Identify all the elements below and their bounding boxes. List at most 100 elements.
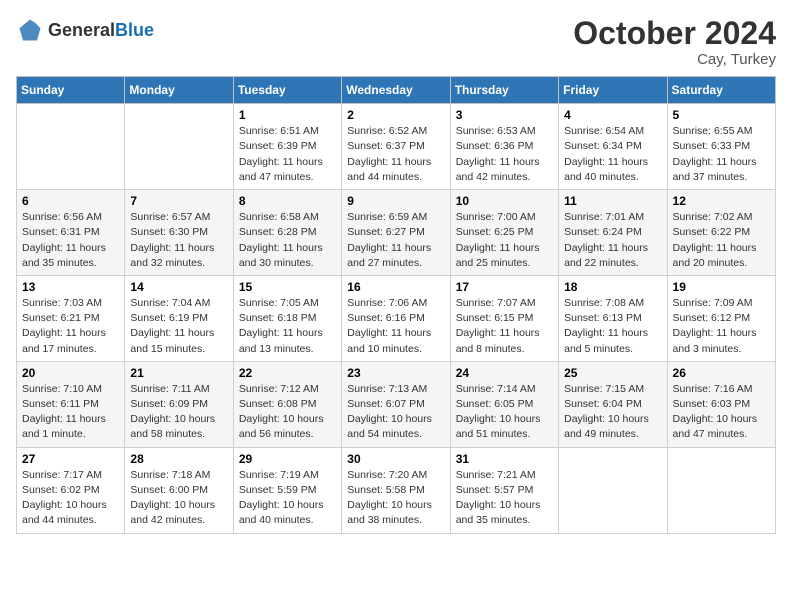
column-header-friday: Friday (559, 77, 667, 104)
cell-info: Sunrise: 7:06 AMSunset: 6:16 PMDaylight:… (347, 296, 444, 357)
calendar-cell: 27Sunrise: 7:17 AMSunset: 6:02 PMDayligh… (17, 447, 125, 533)
calendar-cell (125, 104, 233, 190)
day-number: 28 (130, 452, 227, 466)
day-number: 6 (22, 194, 119, 208)
location: Cay, Turkey (573, 51, 776, 68)
day-number: 20 (22, 366, 119, 380)
cell-info: Sunrise: 7:13 AMSunset: 6:07 PMDaylight:… (347, 382, 444, 443)
title-block: October 2024 Cay, Turkey (573, 16, 776, 68)
day-number: 27 (22, 452, 119, 466)
calendar-cell: 9 Sunrise: 6:59 AMSunset: 6:27 PMDaylight… (342, 190, 450, 276)
cell-info: Sunrise: 6:54 AMSunset: 6:34 PMDaylight:… (564, 124, 661, 185)
cell-info: Sunrise: 7:12 AMSunset: 6:08 PMDaylight:… (239, 382, 336, 443)
cell-info: Sunrise: 7:07 AMSunset: 6:15 PMDaylight:… (456, 296, 553, 357)
month-title: October 2024 (573, 16, 776, 51)
calendar-cell: 2 Sunrise: 6:52 AMSunset: 6:37 PMDaylight… (342, 104, 450, 190)
calendar-cell: 31 Sunrise: 7:21 AMSunset: 5:57 PMDayligh… (450, 447, 558, 533)
day-number: 16 (347, 280, 444, 294)
column-header-saturday: Saturday (667, 77, 775, 104)
calendar-cell: 25Sunrise: 7:15 AMSunset: 6:04 PMDayligh… (559, 361, 667, 447)
calendar-cell: 23 Sunrise: 7:13 AMSunset: 6:07 PMDayligh… (342, 361, 450, 447)
cell-info: Sunrise: 6:59 AMSunset: 6:27 PMDaylight:… (347, 210, 444, 271)
calendar-cell: 21 Sunrise: 7:11 AMSunset: 6:09 PMDayligh… (125, 361, 233, 447)
cell-info: Sunrise: 7:21 AMSunset: 5:57 PMDaylight:… (456, 468, 553, 529)
cell-info: Sunrise: 7:18 AMSunset: 6:00 PMDaylight:… (130, 468, 227, 529)
day-number: 29 (239, 452, 336, 466)
day-number: 5 (673, 108, 770, 122)
calendar-cell: 5 Sunrise: 6:55 AMSunset: 6:33 PMDaylight… (667, 104, 775, 190)
calendar-cell: 18 Sunrise: 7:08 AMSunset: 6:13 PMDayligh… (559, 275, 667, 361)
day-number: 18 (564, 280, 661, 294)
cell-info: Sunrise: 7:01 AMSunset: 6:24 PMDaylight:… (564, 210, 661, 271)
calendar-cell: 11Sunrise: 7:01 AMSunset: 6:24 PMDayligh… (559, 190, 667, 276)
column-header-wednesday: Wednesday (342, 77, 450, 104)
day-number: 21 (130, 366, 227, 380)
calendar-cell: 1Sunrise: 6:51 AMSunset: 6:39 PMDaylight… (233, 104, 341, 190)
logo-icon (16, 16, 44, 44)
day-number: 15 (239, 280, 336, 294)
calendar-cell: 26 Sunrise: 7:16 AMSunset: 6:03 PMDayligh… (667, 361, 775, 447)
calendar-week-row: 1Sunrise: 6:51 AMSunset: 6:39 PMDaylight… (17, 104, 776, 190)
calendar-cell: 19 Sunrise: 7:09 AMSunset: 6:12 PMDayligh… (667, 275, 775, 361)
cell-info: Sunrise: 7:08 AMSunset: 6:13 PMDaylight:… (564, 296, 661, 357)
cell-info: Sunrise: 6:52 AMSunset: 6:37 PMDaylight:… (347, 124, 444, 185)
day-number: 1 (239, 108, 336, 122)
calendar-week-row: 20Sunrise: 7:10 AMSunset: 6:11 PMDayligh… (17, 361, 776, 447)
cell-info: Sunrise: 7:19 AMSunset: 5:59 PMDaylight:… (239, 468, 336, 529)
calendar-table: SundayMondayTuesdayWednesdayThursdayFrid… (16, 76, 776, 533)
calendar-cell (667, 447, 775, 533)
calendar-week-row: 27Sunrise: 7:17 AMSunset: 6:02 PMDayligh… (17, 447, 776, 533)
cell-info: Sunrise: 7:11 AMSunset: 6:09 PMDaylight:… (130, 382, 227, 443)
day-number: 2 (347, 108, 444, 122)
day-number: 19 (673, 280, 770, 294)
calendar-cell: 14 Sunrise: 7:04 AMSunset: 6:19 PMDayligh… (125, 275, 233, 361)
day-number: 22 (239, 366, 336, 380)
calendar-week-row: 13Sunrise: 7:03 AMSunset: 6:21 PMDayligh… (17, 275, 776, 361)
page-header: General Blue October 2024 Cay, Turkey (16, 16, 776, 68)
calendar-cell: 24 Sunrise: 7:14 AMSunset: 6:05 PMDayligh… (450, 361, 558, 447)
day-number: 4 (564, 108, 661, 122)
calendar-header-row: SundayMondayTuesdayWednesdayThursdayFrid… (17, 77, 776, 104)
day-number: 17 (456, 280, 553, 294)
logo-text-general: General (48, 21, 115, 39)
column-header-tuesday: Tuesday (233, 77, 341, 104)
calendar-cell: 22 Sunrise: 7:12 AMSunset: 6:08 PMDayligh… (233, 361, 341, 447)
logo: General Blue (16, 16, 154, 44)
cell-info: Sunrise: 7:03 AMSunset: 6:21 PMDaylight:… (22, 296, 119, 357)
cell-info: Sunrise: 6:56 AMSunset: 6:31 PMDaylight:… (22, 210, 119, 271)
calendar-cell: 13Sunrise: 7:03 AMSunset: 6:21 PMDayligh… (17, 275, 125, 361)
calendar-cell: 12Sunrise: 7:02 AMSunset: 6:22 PMDayligh… (667, 190, 775, 276)
cell-info: Sunrise: 7:14 AMSunset: 6:05 PMDaylight:… (456, 382, 553, 443)
cell-info: Sunrise: 6:58 AMSunset: 6:28 PMDaylight:… (239, 210, 336, 271)
calendar-cell (17, 104, 125, 190)
cell-info: Sunrise: 7:04 AMSunset: 6:19 PMDaylight:… (130, 296, 227, 357)
day-number: 30 (347, 452, 444, 466)
cell-info: Sunrise: 7:16 AMSunset: 6:03 PMDaylight:… (673, 382, 770, 443)
day-number: 25 (564, 366, 661, 380)
day-number: 12 (673, 194, 770, 208)
cell-info: Sunrise: 7:20 AMSunset: 5:58 PMDaylight:… (347, 468, 444, 529)
calendar-cell: 20Sunrise: 7:10 AMSunset: 6:11 PMDayligh… (17, 361, 125, 447)
day-number: 14 (130, 280, 227, 294)
calendar-cell: 17 Sunrise: 7:07 AMSunset: 6:15 PMDayligh… (450, 275, 558, 361)
calendar-cell: 6 Sunrise: 6:56 AMSunset: 6:31 PMDaylight… (17, 190, 125, 276)
cell-info: Sunrise: 6:57 AMSunset: 6:30 PMDaylight:… (130, 210, 227, 271)
cell-info: Sunrise: 6:55 AMSunset: 6:33 PMDaylight:… (673, 124, 770, 185)
day-number: 31 (456, 452, 553, 466)
day-number: 9 (347, 194, 444, 208)
day-number: 23 (347, 366, 444, 380)
day-number: 10 (456, 194, 553, 208)
calendar-cell: 15Sunrise: 7:05 AMSunset: 6:18 PMDayligh… (233, 275, 341, 361)
calendar-cell (559, 447, 667, 533)
day-number: 24 (456, 366, 553, 380)
calendar-cell: 3Sunrise: 6:53 AMSunset: 6:36 PMDaylight… (450, 104, 558, 190)
day-number: 26 (673, 366, 770, 380)
calendar-week-row: 6 Sunrise: 6:56 AMSunset: 6:31 PMDaylight… (17, 190, 776, 276)
cell-info: Sunrise: 7:00 AMSunset: 6:25 PMDaylight:… (456, 210, 553, 271)
calendar-cell: 4 Sunrise: 6:54 AMSunset: 6:34 PMDaylight… (559, 104, 667, 190)
day-number: 7 (130, 194, 227, 208)
cell-info: Sunrise: 7:09 AMSunset: 6:12 PMDaylight:… (673, 296, 770, 357)
day-number: 8 (239, 194, 336, 208)
calendar-cell: 7 Sunrise: 6:57 AMSunset: 6:30 PMDaylight… (125, 190, 233, 276)
calendar-cell: 28 Sunrise: 7:18 AMSunset: 6:00 PMDayligh… (125, 447, 233, 533)
